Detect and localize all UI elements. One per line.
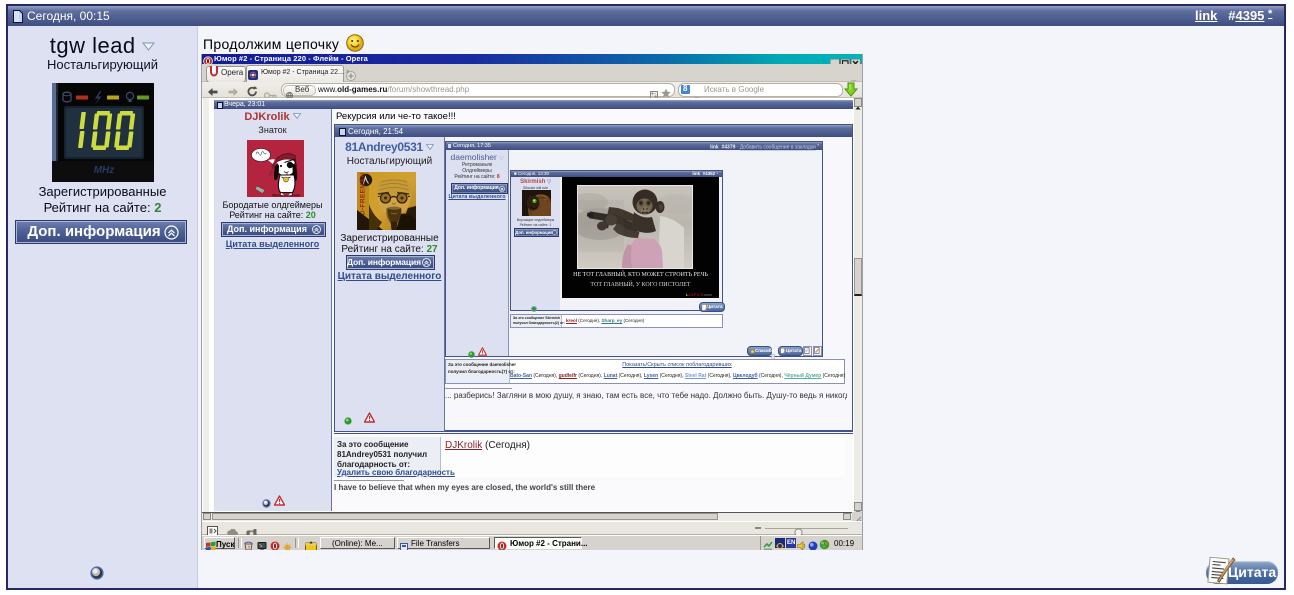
svg-text:MHz: MHz <box>94 165 115 176</box>
